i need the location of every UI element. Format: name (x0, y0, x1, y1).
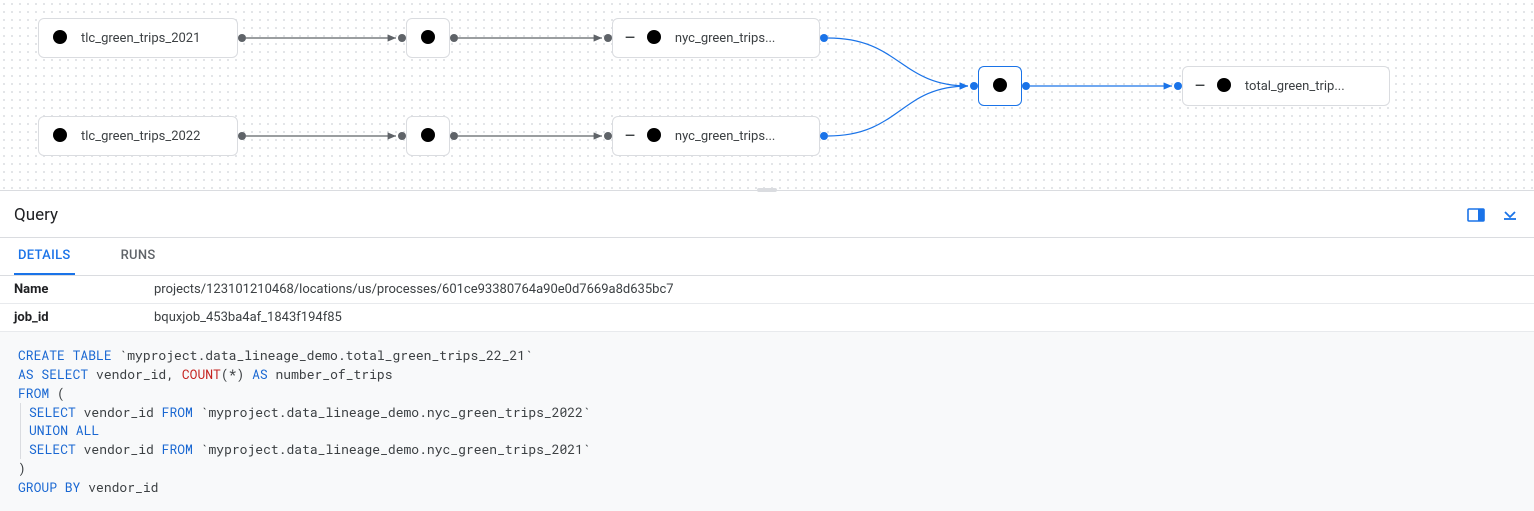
node-process-1[interactable] (406, 18, 450, 58)
process-icon (419, 28, 439, 48)
node-process-2[interactable] (406, 116, 450, 156)
process-icon (419, 126, 439, 146)
node-label: tlc_green_trips_2021 (81, 31, 200, 46)
node-nyc-green-trips-1[interactable]: — nyc_green_trips... (612, 18, 820, 58)
table-row: Name projects/123101210468/locations/us/… (0, 276, 1534, 304)
bigquery-table-icon (645, 126, 665, 146)
node-label: tlc_green_trips_2022 (81, 129, 200, 144)
panel-splitter[interactable] (0, 190, 1534, 192)
dash-icon: — (625, 129, 635, 144)
row-value: projects/123101210468/locations/us/proce… (140, 276, 1534, 304)
process-icon (991, 76, 1011, 96)
node-tlc-green-trips-2021[interactable]: tlc_green_trips_2021 (38, 18, 238, 58)
sql-code-block: CREATE TABLE `myproject.data_lineage_dem… (0, 332, 1534, 511)
lineage-canvas[interactable]: tlc_green_trips_2021 tlc_green_trips_202… (0, 0, 1534, 190)
table-row: job_id bquxjob_453ba4af_1843f194f85 (0, 304, 1534, 332)
bigquery-table-icon (51, 126, 71, 146)
node-label: nyc_green_trips... (675, 31, 775, 46)
tabs: DETAILS RUNS (0, 238, 1534, 276)
dash-icon: — (625, 31, 635, 46)
bigquery-table-icon (1215, 76, 1235, 96)
row-value: bquxjob_453ba4af_1843f194f85 (140, 304, 1534, 332)
row-key: job_id (0, 304, 140, 332)
node-process-selected[interactable] (978, 66, 1022, 106)
details-table: Name projects/123101210468/locations/us/… (0, 276, 1534, 332)
node-label: nyc_green_trips... (675, 129, 775, 144)
bigquery-table-icon (645, 28, 665, 48)
panel-header: Query (0, 192, 1534, 238)
bigquery-table-icon (51, 28, 71, 48)
row-key: Name (0, 276, 140, 304)
node-tlc-green-trips-2022[interactable]: tlc_green_trips_2022 (38, 116, 238, 156)
node-nyc-green-trips-2[interactable]: — nyc_green_trips... (612, 116, 820, 156)
collapse-panel-icon[interactable] (1500, 205, 1520, 225)
panel-title: Query (14, 205, 58, 225)
node-label: total_green_trip... (1245, 79, 1345, 94)
node-total-green-trips[interactable]: — total_green_trip... (1182, 66, 1390, 106)
tab-runs[interactable]: RUNS (117, 248, 160, 275)
tab-details[interactable]: DETAILS (14, 248, 75, 275)
toggle-side-panel-icon[interactable] (1466, 205, 1486, 225)
dash-icon: — (1195, 79, 1205, 94)
